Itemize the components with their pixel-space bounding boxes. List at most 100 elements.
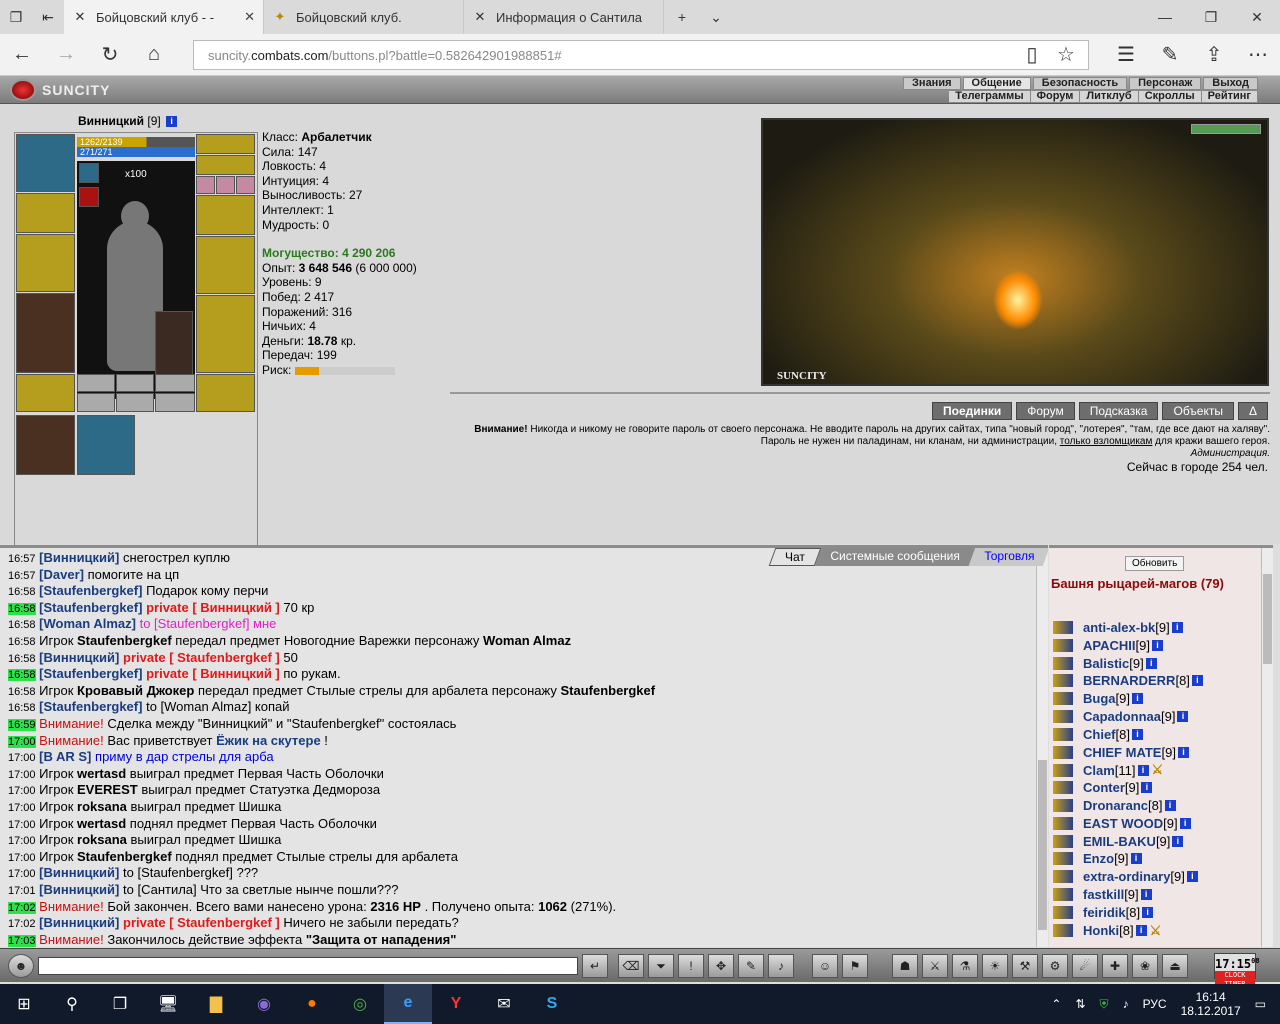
- sender-name[interactable]: [Daver]: [39, 567, 84, 582]
- search-icon[interactable]: ⚲: [48, 984, 96, 1024]
- empty-slot[interactable]: [77, 393, 115, 412]
- quick-slot-8-icon[interactable]: ✚: [1102, 954, 1128, 978]
- message-time[interactable]: 17:02: [8, 918, 36, 930]
- quick-slot-7-icon[interactable]: ☄: [1072, 954, 1098, 978]
- emoji-icon[interactable]: ☺: [812, 954, 838, 978]
- speed-icon[interactable]: ⚑: [842, 954, 868, 978]
- smiley-icon[interactable]: ☻: [8, 954, 34, 978]
- stop-icon[interactable]: !: [678, 954, 704, 978]
- close-window-icon[interactable]: ✕: [1234, 0, 1280, 34]
- quick-slot-3-icon[interactable]: ⚗: [952, 954, 978, 978]
- private-tag[interactable]: private [ Staufenbergkef ]: [123, 650, 280, 665]
- belt-slot[interactable]: [16, 374, 75, 412]
- pet-slot[interactable]: [155, 311, 193, 379]
- battles-button[interactable]: Поединки: [931, 402, 1013, 420]
- player-entry[interactable]: CHIEF MATE [9] i: [1053, 745, 1189, 760]
- tab-trade[interactable]: Торговля: [968, 548, 1048, 566]
- sender-name[interactable]: [Винницкий]: [39, 650, 119, 665]
- ring-slot-3[interactable]: [236, 176, 255, 194]
- quick-slot-5-icon[interactable]: ⚒: [1012, 954, 1038, 978]
- forward-icon[interactable]: →: [44, 34, 88, 76]
- hint-button[interactable]: Подсказка: [1078, 402, 1159, 420]
- submenu-telegrams[interactable]: Телеграммы: [949, 90, 1031, 103]
- chat-scrollbar[interactable]: [1036, 548, 1048, 947]
- message-time[interactable]: 16:58: [8, 702, 36, 714]
- player-entry[interactable]: APACHII [9] i: [1053, 638, 1163, 653]
- mail-icon[interactable]: ✉: [480, 984, 528, 1024]
- message-time[interactable]: 16:58: [8, 653, 36, 665]
- private-msg-icon[interactable]: [1053, 745, 1073, 759]
- armor-slot[interactable]: [16, 293, 75, 373]
- private-msg-icon[interactable]: [1053, 816, 1073, 830]
- minimize-icon[interactable]: —: [1142, 0, 1188, 34]
- private-msg-icon[interactable]: [1053, 924, 1073, 938]
- send-icon[interactable]: ↵: [582, 954, 608, 978]
- empty-slot[interactable]: [116, 374, 154, 392]
- translit-icon[interactable]: ✎: [738, 954, 764, 978]
- player-name[interactable]: Conter: [1083, 780, 1125, 795]
- sound-icon[interactable]: ♪: [768, 954, 794, 978]
- message-time[interactable]: 16:58: [8, 619, 36, 631]
- sender-name[interactable]: [Staufenbergkef]: [39, 699, 142, 714]
- tab-chat[interactable]: Чат: [769, 548, 822, 566]
- message-time[interactable]: 16:59: [8, 719, 36, 731]
- sender-name[interactable]: [Staufenbergkef]: [39, 600, 142, 615]
- filter-icon[interactable]: ⏷: [648, 954, 674, 978]
- info-icon[interactable]: i: [1172, 835, 1184, 847]
- quick-slot-6-icon[interactable]: ⚙: [1042, 954, 1068, 978]
- sender-name[interactable]: [Staufenbergkef]: [39, 583, 142, 598]
- player-name[interactable]: APACHII: [1083, 638, 1135, 653]
- scroll-thumb[interactable]: [1263, 574, 1272, 664]
- sender-name[interactable]: [Staufenbergkef]: [39, 666, 142, 681]
- info-icon[interactable]: i: [1140, 889, 1152, 900]
- player-entry[interactable]: BERNARDERR [8] i: [1053, 673, 1203, 688]
- private-msg-icon[interactable]: [1053, 727, 1073, 741]
- web-note-icon[interactable]: ✎: [1148, 34, 1192, 76]
- sender-name[interactable]: [Винницкий]: [39, 550, 119, 565]
- player-name[interactable]: Chief: [1083, 727, 1116, 742]
- player-name[interactable]: fastkill: [1083, 887, 1124, 902]
- quick-slot-4-icon[interactable]: ☀: [982, 954, 1008, 978]
- amulet-slot[interactable]: [196, 155, 255, 175]
- info-icon[interactable]: i: [1130, 853, 1142, 865]
- player-entry[interactable]: Buga [9] i: [1053, 691, 1143, 706]
- message-time[interactable]: 17:00: [8, 852, 36, 864]
- player-name[interactable]: anti-alex-bk: [1083, 620, 1155, 635]
- computer-icon[interactable]: 🖥: [144, 984, 192, 1024]
- player-name[interactable]: Buga: [1083, 691, 1116, 706]
- forum-button[interactable]: Форум: [1016, 402, 1075, 420]
- empty-slot[interactable]: [77, 374, 115, 392]
- warning-link[interactable]: только взломщикам: [1060, 436, 1153, 447]
- sender-name[interactable]: [Woman Almaz]: [39, 616, 136, 631]
- weapon-slot[interactable]: [16, 234, 75, 292]
- folder-icon[interactable]: ▇: [192, 984, 240, 1024]
- chrome-icon[interactable]: ◎: [336, 984, 384, 1024]
- player-name[interactable]: extra-ordinary: [1083, 869, 1170, 884]
- sender-name[interactable]: [B AR S]: [39, 749, 91, 764]
- task-view-icon[interactable]: ❐: [96, 984, 144, 1024]
- message-time[interactable]: 17:00: [8, 785, 36, 797]
- info-icon[interactable]: i: [1186, 871, 1198, 883]
- player-name[interactable]: Capadonnaa: [1083, 709, 1161, 724]
- more-icon[interactable]: ⋯: [1236, 34, 1280, 76]
- info-icon[interactable]: i: [1131, 693, 1143, 705]
- private-tag[interactable]: private [ Staufenbergkef ]: [123, 915, 280, 930]
- close-tab-icon[interactable]: ✕: [244, 9, 255, 25]
- browser-tab-2[interactable]: ✦ Бойцовский клуб.: [264, 0, 464, 34]
- refresh-icon[interactable]: ↻: [88, 34, 132, 76]
- player-name[interactable]: Dronaranc: [1083, 798, 1148, 813]
- player-name[interactable]: EMIL-BAKU: [1083, 834, 1156, 849]
- menu-security[interactable]: Безопасность: [1032, 77, 1128, 90]
- message-time[interactable]: 16:57: [8, 553, 36, 565]
- player-entry[interactable]: EAST WOOD [9] i: [1053, 816, 1191, 831]
- player-name[interactable]: Honki: [1083, 923, 1119, 938]
- room-scrollbar[interactable]: [1261, 548, 1273, 947]
- cloak-slot[interactable]: [16, 415, 75, 475]
- player-entry[interactable]: Balistic [9] i: [1053, 656, 1157, 671]
- menu-exit[interactable]: Выход: [1203, 77, 1258, 90]
- shield-icon[interactable]: ⛨: [1100, 997, 1109, 1012]
- private-msg-icon[interactable]: [1053, 763, 1073, 777]
- info-icon[interactable]: i: [166, 116, 178, 128]
- info-icon[interactable]: i: [1137, 764, 1149, 776]
- player-name[interactable]: Enzo: [1083, 851, 1114, 866]
